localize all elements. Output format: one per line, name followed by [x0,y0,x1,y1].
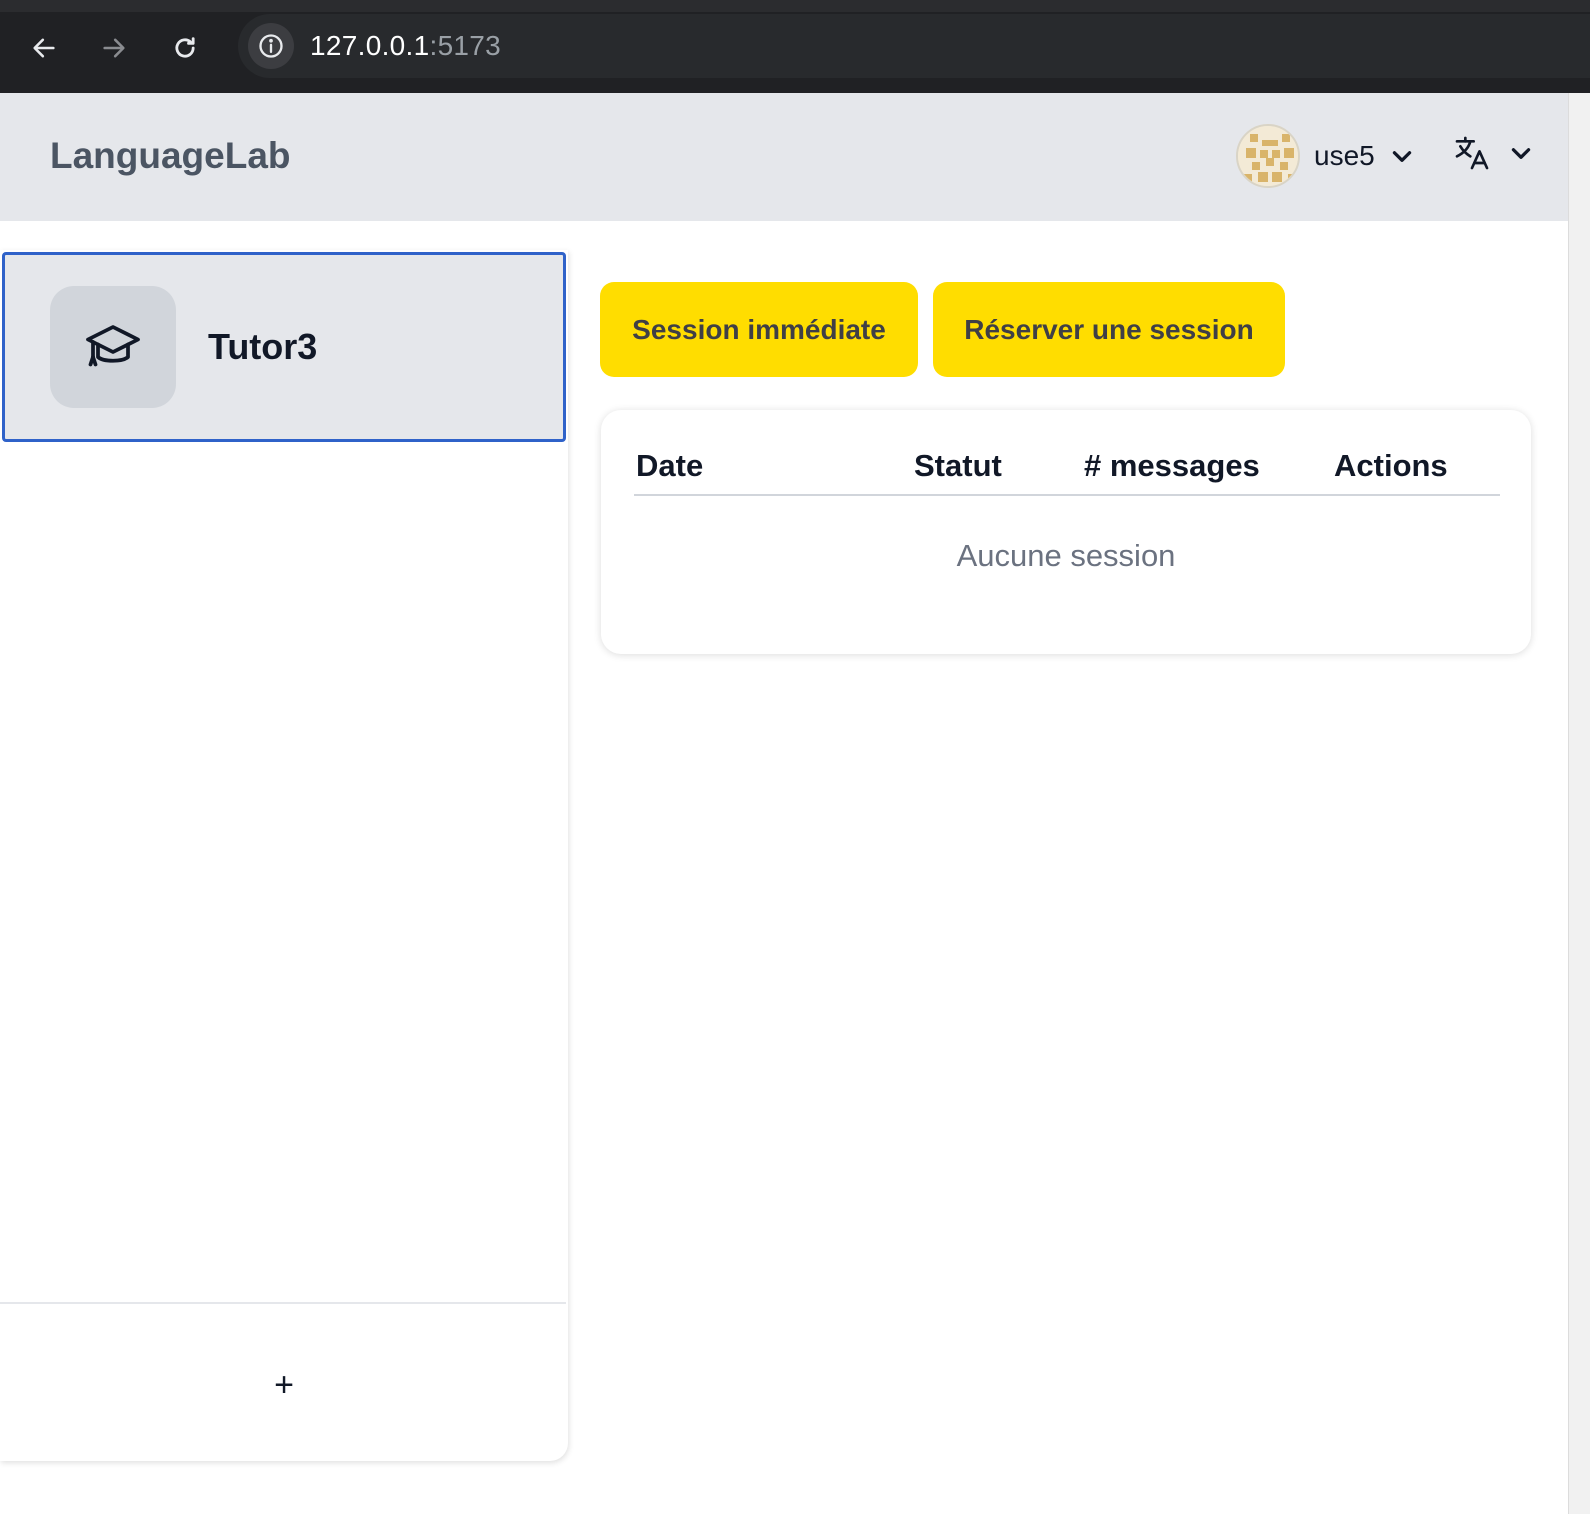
brand-logo-text[interactable]: LanguageLab [50,135,291,177]
language-menu-toggle[interactable] [1452,133,1534,173]
scrollbar-track[interactable] [1568,93,1590,1514]
url-host: 127.0.0.1 [310,30,430,61]
table-header-row: Date Statut # messages Actions [634,448,1500,496]
username: use5 [1314,140,1375,171]
tutor-name: Tutor3 [208,326,318,367]
identicon-avatar-icon [1238,126,1298,186]
sessions-table-card: Date Statut # messages Actions Aucune se… [601,410,1531,654]
url-port: :5173 [429,30,502,61]
empty-state-text: Aucune session [956,538,1176,573]
back-arrow-icon[interactable] [24,28,64,68]
column-header-messages: # messages [1084,448,1260,483]
sidebar-divider [0,1302,566,1304]
column-header-actions: Actions [1334,448,1448,483]
column-header-date: Date [636,448,704,483]
chevron-down-icon [1511,148,1531,159]
tutor-sidebar: Tutor3 + [0,250,568,1461]
reload-icon[interactable] [165,28,205,68]
reserve-session-button[interactable]: Réserver une session [933,282,1285,377]
browser-toolbar: 127.0.0.1:5173 [0,0,1590,93]
browser-window: 127.0.0.1:5173 LanguageLab use5 Tutor3 +… [0,0,1590,1514]
tutor-avatar [50,286,176,408]
forward-arrow-icon[interactable] [94,28,134,68]
url-text: 127.0.0.1:5173 [310,30,501,62]
address-bar[interactable]: 127.0.0.1:5173 [238,14,1590,78]
info-icon[interactable] [248,23,294,69]
chevron-down-icon [1392,151,1411,162]
user-menu-toggle[interactable]: use5 [1236,123,1415,189]
immediate-session-button[interactable]: Session immédiate [600,282,918,377]
avatar [1236,124,1300,188]
graduation-cap-icon [86,325,140,367]
column-header-status: Statut [914,448,1002,483]
translate-icon [1455,136,1489,170]
add-tutor-button[interactable]: + [254,1360,314,1410]
app-header: LanguageLab use5 [0,93,1568,221]
tutor-card-tutor3[interactable]: Tutor3 [2,252,566,442]
